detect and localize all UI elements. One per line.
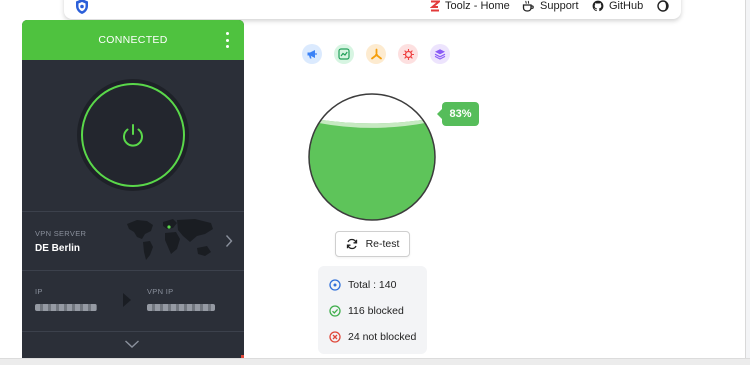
toolz-z-icon xyxy=(430,0,440,12)
theme-toggle-button[interactable] xyxy=(657,0,669,13)
gauge-fill xyxy=(309,117,435,220)
total-text: Total : 140 xyxy=(348,279,397,291)
coffee-icon xyxy=(522,0,534,12)
chevron-right-icon xyxy=(225,235,233,247)
shield-logo-icon[interactable] xyxy=(74,0,90,15)
test-category-icons xyxy=(302,44,450,64)
virus-icon[interactable] xyxy=(398,44,418,64)
not-blocked-text: 24 not blocked xyxy=(348,331,417,343)
world-map-icon xyxy=(127,219,213,260)
top-navigation: Toolz - Home Support GitHub xyxy=(64,0,681,19)
biohazard-icon[interactable] xyxy=(366,44,386,64)
power-area xyxy=(22,60,244,211)
browser-bottom-bar xyxy=(0,358,750,365)
x-circle-icon xyxy=(329,331,341,343)
refresh-icon xyxy=(346,238,357,250)
vpn-server-selector[interactable]: VPN SERVER DE Berlin xyxy=(22,212,244,270)
vpn-ip-value-redacted xyxy=(147,304,215,311)
target-icon xyxy=(329,279,341,291)
vpn-ip-label: VPN IP xyxy=(147,287,174,296)
vpn-status-bar: CONNECTED xyxy=(22,20,244,60)
ip-label: IP xyxy=(35,287,43,296)
blocked-stat: 116 blocked xyxy=(329,305,404,317)
nav-github[interactable]: GitHub xyxy=(592,0,643,13)
layers-icon[interactable] xyxy=(430,44,450,64)
nav-github-label: GitHub xyxy=(609,0,644,12)
ip-info-row: IP VPN IP xyxy=(22,271,244,331)
results-summary: Total : 140 116 blocked 24 not blocked xyxy=(318,266,427,354)
retest-label: Re-test xyxy=(365,238,400,250)
vpn-server-value: DE Berlin xyxy=(35,243,81,254)
theme-toggle-icon xyxy=(657,0,669,12)
nav-support-label: Support xyxy=(540,0,579,12)
check-circle-icon xyxy=(329,305,341,317)
nav-toolz-home-label: Toolz - Home xyxy=(445,0,510,12)
megaphone-icon[interactable] xyxy=(302,44,322,64)
chevron-down-icon[interactable] xyxy=(124,339,140,349)
corner-mark xyxy=(241,355,244,358)
vpn-status-text: CONNECTED xyxy=(98,34,168,46)
total-stat: Total : 140 xyxy=(329,279,396,291)
ip-value-redacted xyxy=(35,304,97,311)
vpn-server-label: VPN SERVER xyxy=(35,229,87,238)
chart-icon[interactable] xyxy=(334,44,354,64)
blocked-text: 116 blocked xyxy=(348,305,404,317)
expand-row[interactable] xyxy=(22,332,244,358)
power-icon[interactable] xyxy=(118,120,148,150)
vpn-panel: CONNECTED VPN SERVER DE Berlin IP VPN IP xyxy=(22,20,244,358)
not-blocked-stat: 24 not blocked xyxy=(329,331,416,343)
blocking-level-gauge xyxy=(308,93,436,221)
github-icon xyxy=(592,0,604,12)
arrow-right-icon xyxy=(123,293,131,307)
more-options-icon[interactable] xyxy=(224,32,230,48)
nav-support[interactable]: Support xyxy=(522,0,579,13)
percent-badge: 83% xyxy=(437,102,479,126)
retest-button[interactable]: Re-test xyxy=(335,231,410,257)
nav-toolz-home[interactable]: Toolz - Home xyxy=(430,0,510,13)
